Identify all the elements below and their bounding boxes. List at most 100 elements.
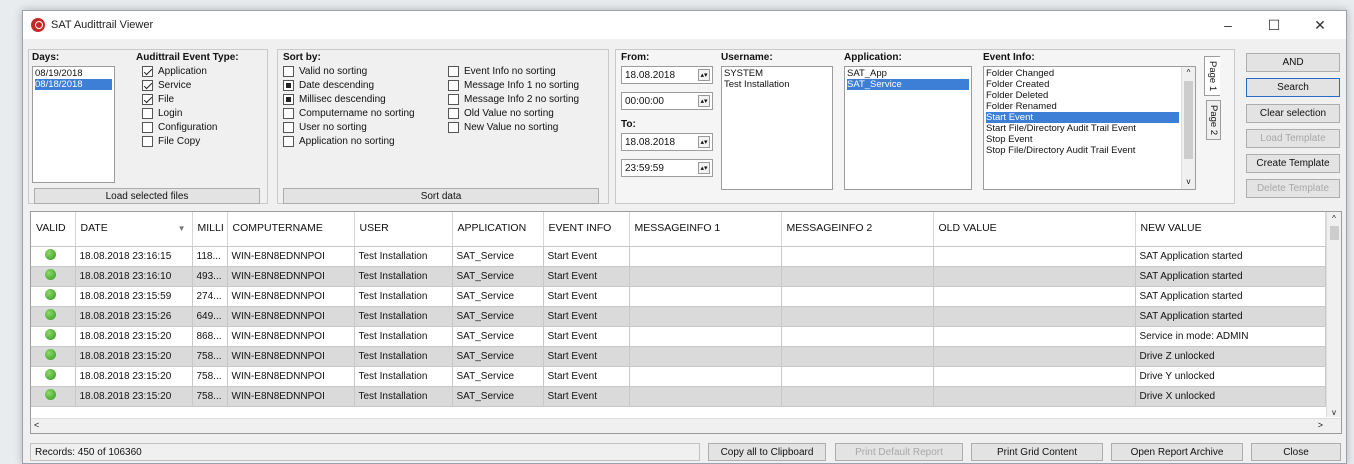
sort-option[interactable]: Application no sorting bbox=[283, 136, 395, 147]
event-info-item[interactable]: Stop Event bbox=[986, 134, 1179, 145]
checkbox-icon[interactable] bbox=[142, 108, 153, 119]
event-info-item[interactable]: Stop File/Directory Audit Trail Event bbox=[986, 145, 1179, 156]
to-time-spinner[interactable]: ▴▾ bbox=[698, 162, 710, 174]
column-header[interactable]: VALID bbox=[31, 212, 76, 247]
event-type-1[interactable]: Service bbox=[142, 80, 191, 91]
load-selected-files-button[interactable]: Load selected files bbox=[34, 188, 260, 204]
copy-to-clipboard-button[interactable]: Copy all to Clipboard bbox=[708, 443, 826, 461]
and-button[interactable]: AND bbox=[1246, 53, 1340, 72]
event-type-3[interactable]: Login bbox=[142, 108, 182, 119]
load-template-button[interactable]: Load Template bbox=[1246, 129, 1340, 148]
checkbox-icon[interactable] bbox=[448, 122, 459, 133]
event-type-5[interactable]: File Copy bbox=[142, 136, 200, 147]
checkbox-icon[interactable] bbox=[142, 94, 153, 105]
event-info-scrollbar[interactable]: ^ v bbox=[1181, 67, 1195, 189]
maximize-button[interactable]: ☐ bbox=[1256, 11, 1292, 39]
sort-option[interactable]: Message Info 1 no sorting bbox=[448, 80, 579, 91]
scroll-up-icon[interactable]: ^ bbox=[1182, 67, 1195, 78]
column-header[interactable]: USER bbox=[354, 212, 453, 247]
event-info-item[interactable]: Folder Created bbox=[986, 79, 1179, 90]
scroll-down-icon[interactable]: v bbox=[1182, 176, 1195, 187]
minimize-button[interactable]: – bbox=[1210, 11, 1246, 39]
scroll-left-icon[interactable]: < bbox=[34, 420, 39, 430]
tab-page-1[interactable]: Page 1 bbox=[1204, 56, 1220, 96]
print-grid-content-button[interactable]: Print Grid Content bbox=[971, 443, 1103, 461]
scroll-right-icon[interactable]: > bbox=[1318, 420, 1323, 430]
column-header[interactable]: OLD VALUE bbox=[933, 212, 1136, 247]
tab-page-2[interactable]: Page 2 bbox=[1206, 100, 1221, 140]
table-row[interactable]: 18.08.2018 23:16:15 118... WIN-E8N8EDNNPOI… bbox=[31, 246, 1326, 267]
checkbox-icon[interactable] bbox=[448, 108, 459, 119]
column-header[interactable]: NEW VALUE bbox=[1135, 212, 1326, 247]
print-default-report-button[interactable]: Print Default Report bbox=[835, 443, 963, 461]
column-header[interactable]: MESSAGEINFO 2 bbox=[781, 212, 934, 247]
checkbox-icon[interactable] bbox=[448, 66, 459, 77]
username-item[interactable]: Test Installation bbox=[724, 79, 830, 90]
checkbox-icon[interactable] bbox=[448, 80, 459, 91]
scroll-thumb[interactable] bbox=[1184, 81, 1193, 159]
checkbox-icon[interactable] bbox=[448, 94, 459, 105]
grid-horizontal-scrollbar[interactable]: < > bbox=[31, 418, 1341, 433]
create-template-button[interactable]: Create Template bbox=[1246, 154, 1340, 173]
event-info-item[interactable]: Start File/Directory Audit Trail Event bbox=[986, 123, 1179, 134]
grid-scroll-thumb[interactable] bbox=[1330, 226, 1339, 240]
sort-option[interactable]: Old Value no sorting bbox=[448, 108, 554, 119]
event-type-0[interactable]: Application bbox=[142, 66, 207, 77]
checkbox-icon[interactable] bbox=[283, 66, 294, 77]
clear-selection-button[interactable]: Clear selection bbox=[1246, 104, 1340, 123]
checkbox-icon[interactable] bbox=[283, 136, 294, 147]
application-item[interactable]: SAT_Service bbox=[847, 79, 969, 90]
checkbox-icon[interactable] bbox=[283, 122, 294, 133]
from-date-field[interactable]: 18.08.2018 ▴▾ bbox=[621, 66, 713, 84]
sort-option[interactable]: Message Info 2 no sorting bbox=[448, 94, 579, 105]
checkbox-icon[interactable] bbox=[142, 80, 153, 91]
checkbox-icon[interactable] bbox=[283, 108, 294, 119]
scroll-down-icon[interactable]: v bbox=[1327, 408, 1341, 417]
username-item[interactable]: SYSTEM bbox=[724, 68, 830, 79]
open-report-archive-button[interactable]: Open Report Archive bbox=[1111, 443, 1243, 461]
sort-option[interactable]: User no sorting bbox=[283, 122, 367, 133]
checkbox-icon[interactable] bbox=[142, 136, 153, 147]
close-window-button[interactable]: ✕ bbox=[1302, 11, 1338, 39]
event-info-item[interactable]: Folder Changed bbox=[986, 68, 1179, 79]
table-row[interactable]: 18.08.2018 23:15:20 758... WIN-E8N8EDNNPOI… bbox=[31, 386, 1326, 407]
sort-option[interactable]: Event Info no sorting bbox=[448, 66, 556, 77]
sort-option[interactable]: Millisec descending bbox=[283, 94, 386, 105]
days-list[interactable]: 08/19/2018 08/18/2018 bbox=[32, 66, 115, 183]
table-row[interactable]: 18.08.2018 23:15:59 274... WIN-E8N8EDNNPOI… bbox=[31, 286, 1326, 307]
delete-template-button[interactable]: Delete Template bbox=[1246, 179, 1340, 198]
close-button[interactable]: Close bbox=[1251, 443, 1341, 461]
from-time-spinner[interactable]: ▴▾ bbox=[698, 95, 710, 107]
sort-option[interactable]: Computername no sorting bbox=[283, 108, 415, 119]
application-list[interactable]: SAT_App SAT_Service bbox=[844, 66, 972, 190]
application-item[interactable]: SAT_App bbox=[847, 68, 969, 79]
search-button[interactable]: Search bbox=[1246, 78, 1340, 97]
column-header[interactable]: COMPUTERNAME bbox=[227, 212, 355, 247]
to-date-spinner[interactable]: ▴▾ bbox=[698, 136, 710, 148]
table-row[interactable]: 18.08.2018 23:15:20 758... WIN-E8N8EDNNPOI… bbox=[31, 346, 1326, 367]
to-date-field[interactable]: 18.08.2018 ▴▾ bbox=[621, 133, 713, 151]
event-info-item[interactable]: Folder Deleted bbox=[986, 90, 1179, 101]
sort-option[interactable]: Date descending bbox=[283, 80, 374, 91]
column-header[interactable]: DATE ▼ bbox=[75, 212, 193, 247]
event-info-item[interactable]: Start Event bbox=[986, 112, 1179, 123]
event-info-item[interactable]: Folder Renamed bbox=[986, 101, 1179, 112]
checkbox-icon[interactable] bbox=[283, 80, 294, 91]
day-item[interactable]: 08/18/2018 bbox=[35, 79, 112, 90]
column-header[interactable]: MILLI bbox=[192, 212, 228, 247]
sort-option[interactable]: New Value no sorting bbox=[448, 122, 558, 133]
day-item[interactable]: 08/19/2018 bbox=[35, 68, 112, 79]
checkbox-icon[interactable] bbox=[142, 66, 153, 77]
sort-data-button[interactable]: Sort data bbox=[283, 188, 599, 204]
table-row[interactable]: 18.08.2018 23:16:10 493... WIN-E8N8EDNNPOI… bbox=[31, 266, 1326, 287]
grid-vertical-scrollbar[interactable]: ^ v bbox=[1326, 212, 1341, 417]
checkbox-icon[interactable] bbox=[142, 122, 153, 133]
column-header[interactable]: EVENT INFO bbox=[543, 212, 630, 247]
from-date-spinner[interactable]: ▴▾ bbox=[698, 69, 710, 81]
table-row[interactable]: 18.08.2018 23:15:26 649... WIN-E8N8EDNNPOI… bbox=[31, 306, 1326, 327]
from-time-field[interactable]: 00:00:00 ▴▾ bbox=[621, 92, 713, 110]
event-type-4[interactable]: Configuration bbox=[142, 122, 217, 133]
scroll-up-icon[interactable]: ^ bbox=[1327, 214, 1341, 223]
to-time-field[interactable]: 23:59:59 ▴▾ bbox=[621, 159, 713, 177]
column-header[interactable]: APPLICATION bbox=[452, 212, 544, 247]
